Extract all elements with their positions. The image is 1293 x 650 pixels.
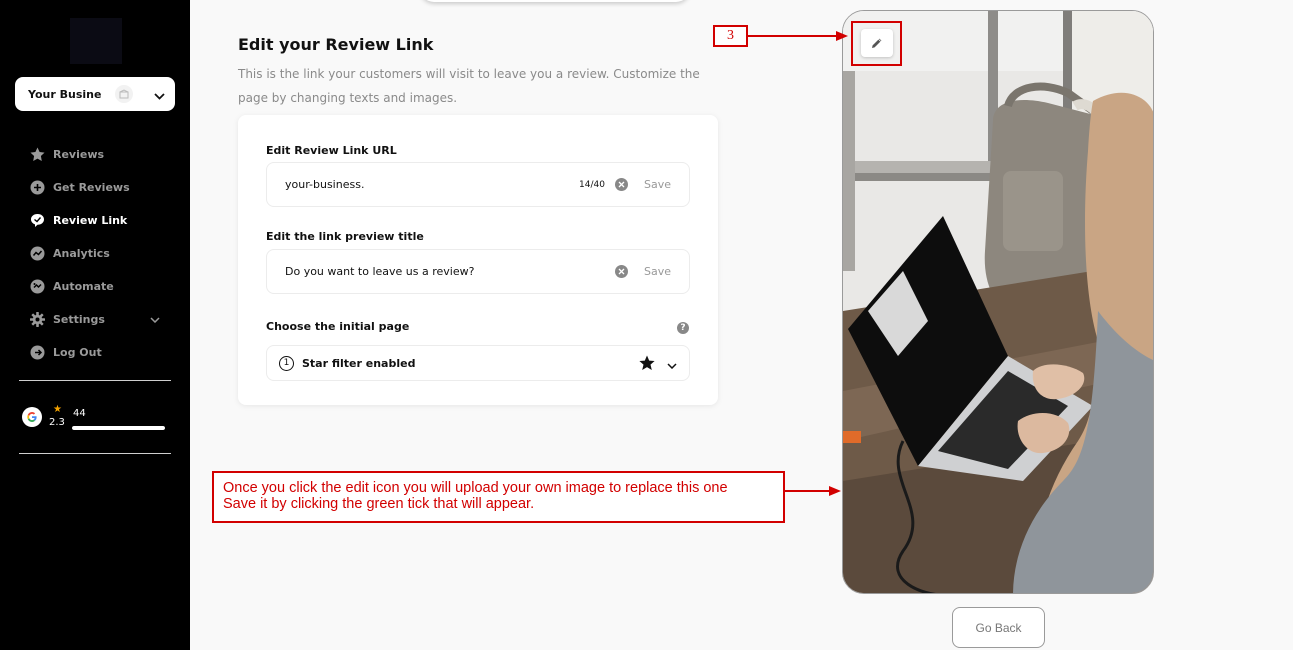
- url-field-label: Edit Review Link URL: [266, 144, 397, 157]
- preview-background-image: [843, 11, 1153, 593]
- sidebar-item-label: Automate: [53, 280, 114, 293]
- business-selector[interactable]: Your Business: [15, 77, 175, 111]
- annotation-note-line: Once you click the edit icon you will up…: [223, 480, 728, 496]
- chevron-down-icon: [154, 85, 165, 104]
- annotation-note: Once you click the edit icon you will up…: [212, 471, 785, 523]
- plus-circle-icon: [30, 180, 45, 195]
- sidebar-item-analytics[interactable]: Analytics: [30, 237, 160, 270]
- chat-bubble-icon: [30, 213, 45, 228]
- top-tab-edge: [420, 0, 690, 2]
- star-badge-icon: [30, 147, 45, 162]
- link-preview-title-input[interactable]: Do you want to leave us a review? Save: [266, 249, 690, 294]
- annotation-arrow-icon: [748, 31, 848, 41]
- sidebar-item-label: Review Link: [53, 214, 128, 227]
- brand-logo: [70, 18, 122, 64]
- sidebar-nav: Reviews Get Reviews Review Link Analytic…: [30, 138, 160, 369]
- edit-icon-highlight-box: [851, 21, 902, 66]
- sidebar-item-label: Reviews: [53, 148, 105, 161]
- sidebar-item-label: Settings: [53, 313, 105, 326]
- sidebar-item-label: Analytics: [53, 247, 110, 260]
- chevron-down-icon: [667, 354, 677, 373]
- save-url-button[interactable]: Save: [644, 178, 671, 191]
- review-link-settings-card: Edit Review Link URL your-business. 14/4…: [238, 115, 718, 405]
- sidebar: Your Business Reviews Get Reviews Review…: [0, 0, 190, 650]
- initial-page-selected: Star filter enabled: [302, 356, 416, 370]
- annotation-arrow-icon: [785, 486, 841, 496]
- clear-icon[interactable]: [614, 178, 628, 191]
- chart-icon: [30, 246, 45, 261]
- sidebar-item-reviews[interactable]: Reviews: [30, 138, 160, 171]
- sidebar-divider: [19, 380, 171, 381]
- sidebar-item-log-out[interactable]: Log Out: [30, 336, 160, 369]
- rating-star-icon: ★: [53, 404, 62, 415]
- business-avatar-icon: [115, 85, 133, 103]
- annotation-step-number: 3: [713, 25, 748, 47]
- char-counter: 14/40: [579, 179, 605, 190]
- preview-title-label: Edit the link preview title: [266, 230, 424, 243]
- help-icon[interactable]: ?: [677, 322, 689, 334]
- sidebar-item-label: Get Reviews: [53, 181, 130, 194]
- review-page-preview: [842, 10, 1154, 594]
- review-count: 44: [73, 408, 86, 419]
- annotation-note-line: Save it by clicking the green tick that …: [223, 496, 535, 512]
- go-back-button[interactable]: Go Back: [952, 607, 1045, 648]
- sidebar-item-automate[interactable]: Automate: [30, 270, 160, 303]
- review-link-url-input[interactable]: your-business. 14/40 Save: [266, 162, 690, 207]
- chevron-down-icon: [150, 316, 160, 323]
- step-number-badge: 1: [279, 355, 294, 371]
- initial-page-select[interactable]: 1 Star filter enabled: [266, 345, 690, 381]
- google-rating: ★ 2.3 44: [22, 405, 172, 433]
- sidebar-item-settings[interactable]: Settings: [30, 303, 160, 336]
- star-icon: [639, 355, 655, 371]
- clear-icon[interactable]: [614, 265, 628, 278]
- preview-title-value: Do you want to leave us a review?: [285, 265, 475, 278]
- rating-progress-bar: [72, 426, 165, 430]
- sidebar-item-review-link[interactable]: Review Link: [30, 204, 160, 237]
- page-title: Edit your Review Link: [238, 35, 434, 54]
- google-icon: [22, 407, 42, 427]
- sidebar-item-label: Log Out: [53, 346, 102, 359]
- initial-page-label: Choose the initial page: [266, 320, 410, 333]
- logout-icon: [30, 345, 45, 360]
- page-description: This is the link your customers will vis…: [238, 67, 700, 105]
- rating-score: 2.3: [49, 417, 65, 428]
- gear-icon: [30, 312, 45, 327]
- url-value: your-business.: [285, 178, 365, 191]
- business-name: Your Business: [28, 87, 102, 101]
- sidebar-item-get-reviews[interactable]: Get Reviews: [30, 171, 160, 204]
- save-preview-title-button[interactable]: Save: [644, 265, 671, 278]
- sidebar-divider: [19, 453, 171, 454]
- automate-icon: [30, 279, 45, 294]
- rating-progress-fill: [72, 426, 165, 430]
